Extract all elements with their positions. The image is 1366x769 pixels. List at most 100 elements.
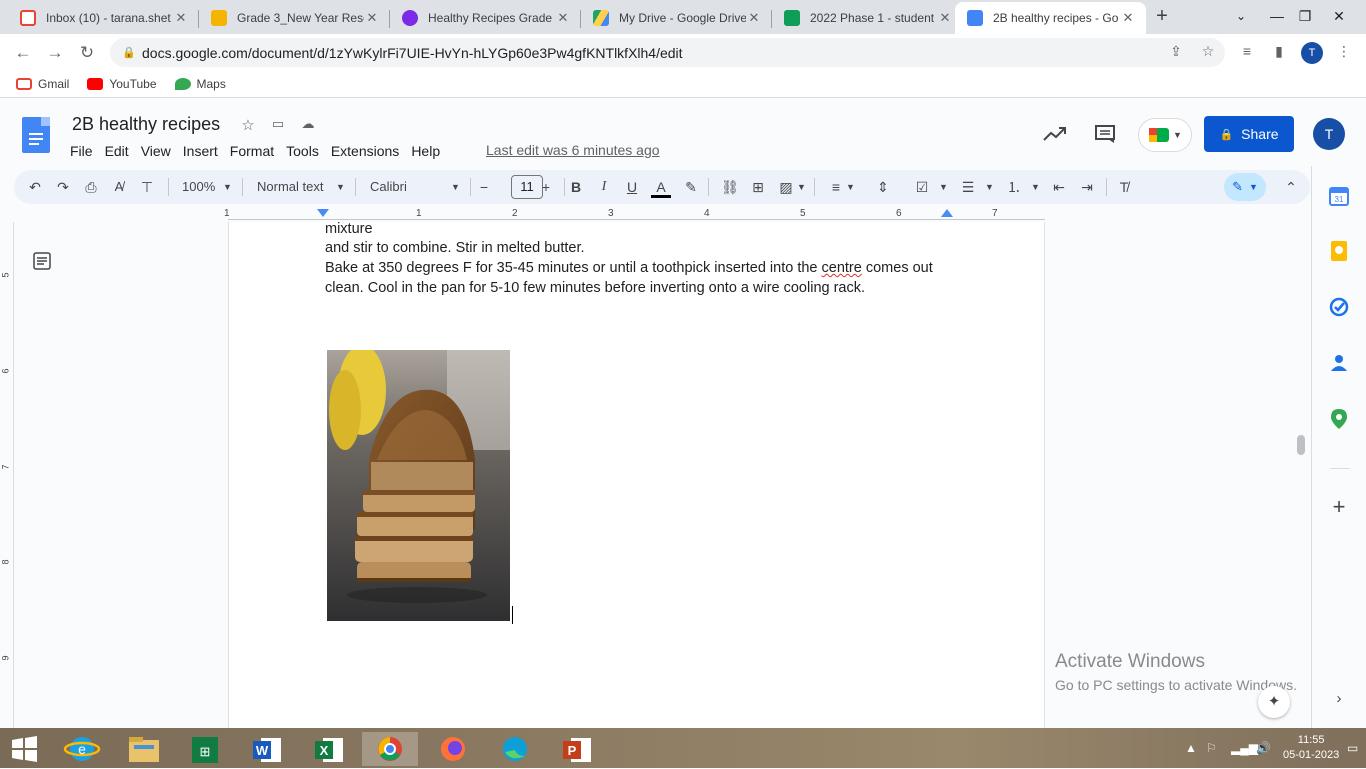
system-clock[interactable]: 11:55 05-01-2023 — [1283, 733, 1339, 763]
numbered-list-icon[interactable]: ⒈ — [1003, 176, 1025, 198]
docs-logo-icon[interactable] — [22, 117, 50, 153]
edge-icon[interactable] — [491, 732, 539, 766]
close-icon[interactable]: ✕ — [746, 10, 762, 26]
add-addon-icon[interactable]: + — [1329, 496, 1349, 518]
increase-font-size-button[interactable]: + — [536, 176, 556, 198]
more-menu-icon[interactable]: ⋮ — [1334, 43, 1354, 63]
close-icon[interactable]: ✕ — [173, 10, 189, 26]
maximize-button[interactable]: ❐ — [1290, 0, 1320, 34]
show-hidden-icons[interactable]: ▲ — [1185, 728, 1197, 768]
reload-button[interactable]: ↻ — [74, 40, 100, 66]
keep-icon[interactable] — [1329, 241, 1349, 261]
share-page-icon[interactable]: ⇪ — [1166, 43, 1186, 63]
profile-avatar[interactable]: T — [1301, 42, 1323, 64]
menu-extensions[interactable]: Extensions — [325, 141, 405, 161]
paragraph-line[interactable]: clean. Cool in the pan for 5-10 few minu… — [325, 280, 865, 296]
maps-icon[interactable] — [1329, 409, 1349, 429]
collapse-menus-icon[interactable]: ⌃ — [1280, 176, 1302, 198]
line-spacing-icon[interactable]: ⇕ — [872, 176, 894, 198]
file-explorer-icon[interactable] — [120, 732, 168, 766]
network-warning-icon[interactable]: ⚐ — [1206, 728, 1217, 768]
firefox-icon[interactable] — [429, 732, 477, 766]
minimize-button[interactable]: — — [1262, 0, 1292, 34]
left-indent-marker[interactable] — [317, 209, 329, 217]
share-button[interactable]: 🔒 Share — [1204, 116, 1294, 152]
back-button[interactable]: ← — [10, 40, 36, 66]
star-icon[interactable]: ☆ — [238, 116, 258, 136]
tab-canva[interactable]: Healthy Recipes Grade ✕ — [390, 2, 581, 34]
chrome-icon[interactable] — [362, 732, 418, 766]
align-icon[interactable]: ≡ — [825, 176, 847, 198]
tab-search-icon[interactable]: ⌄ — [1226, 0, 1256, 34]
activity-trend-icon[interactable] — [1043, 126, 1067, 147]
underline-button[interactable]: U — [622, 176, 642, 198]
powerpoint-icon[interactable]: P — [553, 732, 601, 766]
document-outline-icon[interactable] — [33, 252, 51, 270]
redo-icon[interactable]: ↷ — [52, 176, 74, 198]
close-icon[interactable]: ✕ — [1120, 10, 1136, 26]
clear-formatting-icon[interactable]: T̸ — [1113, 176, 1135, 198]
windows-start-icon[interactable] — [0, 732, 48, 766]
menu-insert[interactable]: Insert — [177, 141, 224, 161]
word-icon[interactable]: W — [243, 732, 291, 766]
editing-mode-button[interactable]: ✎ ▼ — [1224, 173, 1266, 201]
tab-drive[interactable]: My Drive - Google Drive ✕ — [581, 2, 772, 34]
account-avatar[interactable]: T — [1313, 118, 1345, 150]
tab-slides[interactable]: Grade 3_New Year Reso ✕ — [199, 2, 390, 34]
explore-icon[interactable]: ✦ — [1258, 686, 1290, 718]
move-folder-icon[interactable]: ▭ — [268, 116, 288, 136]
italic-button[interactable]: I — [594, 176, 614, 198]
contacts-icon[interactable] — [1329, 353, 1349, 373]
link-icon[interactable]: ⛓ — [719, 176, 741, 198]
add-comment-icon[interactable]: ⊞ — [747, 176, 769, 198]
bookmark-maps[interactable]: Maps — [174, 77, 226, 91]
menu-file[interactable]: File — [64, 141, 99, 161]
increase-indent-icon[interactable]: ⇥ — [1076, 176, 1098, 198]
text-color-button[interactable]: A — [651, 176, 671, 198]
last-edit-link[interactable]: Last edit was 6 minutes ago — [486, 142, 660, 158]
meet-button[interactable]: ▼ — [1138, 118, 1192, 152]
print-icon[interactable]: ⎙ — [80, 176, 102, 198]
document-page[interactable]: mixture and stir to combine. Stir in mel… — [228, 221, 1045, 728]
paint-format-icon[interactable]: ⊤ — [136, 176, 158, 198]
bookmark-star-icon[interactable]: ☆ — [1198, 43, 1218, 63]
tab-docs-active[interactable]: 2B healthy recipes - Go ✕ — [955, 2, 1146, 34]
font-select[interactable]: Calibri — [370, 176, 407, 198]
media-control-icon[interactable]: ≡ — [1237, 43, 1257, 63]
close-icon[interactable]: ✕ — [364, 10, 380, 26]
style-select[interactable]: Normal text — [257, 176, 323, 198]
highlight-icon[interactable]: ✎ — [680, 176, 702, 198]
new-tab-button[interactable]: + — [1150, 5, 1174, 29]
insert-image-icon[interactable]: ▨ — [775, 176, 797, 198]
excel-green-icon[interactable]: ⊞ — [181, 732, 229, 766]
bookmark-gmail[interactable]: Gmail — [16, 77, 69, 91]
notification-icon[interactable]: ▭ — [1347, 728, 1358, 768]
decrease-indent-icon[interactable]: ⇤ — [1048, 176, 1070, 198]
tasks-icon[interactable] — [1329, 297, 1349, 317]
scrollbar-thumb[interactable] — [1297, 435, 1305, 455]
bookmark-youtube[interactable]: YouTube — [87, 77, 157, 91]
bulleted-list-icon[interactable]: ☰ — [957, 176, 979, 198]
paragraph-line[interactable]: mixture — [325, 221, 373, 237]
side-panel-icon[interactable]: ▮ — [1269, 43, 1289, 63]
undo-icon[interactable]: ↶ — [24, 176, 46, 198]
menu-edit[interactable]: Edit — [99, 141, 135, 161]
wifi-icon[interactable]: ▂▄▆ — [1231, 728, 1258, 768]
right-indent-marker[interactable] — [941, 209, 953, 217]
misspelled-word[interactable]: centre — [822, 260, 862, 276]
close-icon[interactable]: ✕ — [555, 10, 571, 26]
close-window-button[interactable]: ✕ — [1324, 0, 1354, 34]
menu-tools[interactable]: Tools — [280, 141, 325, 161]
paragraph-line[interactable]: Bake at 350 degrees F for 35-45 minutes … — [325, 260, 933, 276]
calendar-icon[interactable]: 31 — [1329, 186, 1349, 206]
decrease-font-size-button[interactable]: − — [474, 176, 494, 198]
omnibox[interactable]: 🔒 docs.google.com/document/d/1zYwKylrFi7… — [110, 38, 1225, 67]
forward-button[interactable]: → — [42, 40, 68, 66]
comment-icon[interactable] — [1094, 124, 1116, 146]
bold-button[interactable]: B — [566, 176, 586, 198]
spellcheck-icon[interactable]: A̸ — [108, 176, 130, 198]
tab-sheets[interactable]: 2022 Phase 1 - student ✕ — [772, 2, 963, 34]
volume-icon[interactable]: 🔊 — [1256, 728, 1271, 768]
chevron-right-icon[interactable]: › — [1329, 689, 1349, 709]
menu-format[interactable]: Format — [224, 141, 280, 161]
